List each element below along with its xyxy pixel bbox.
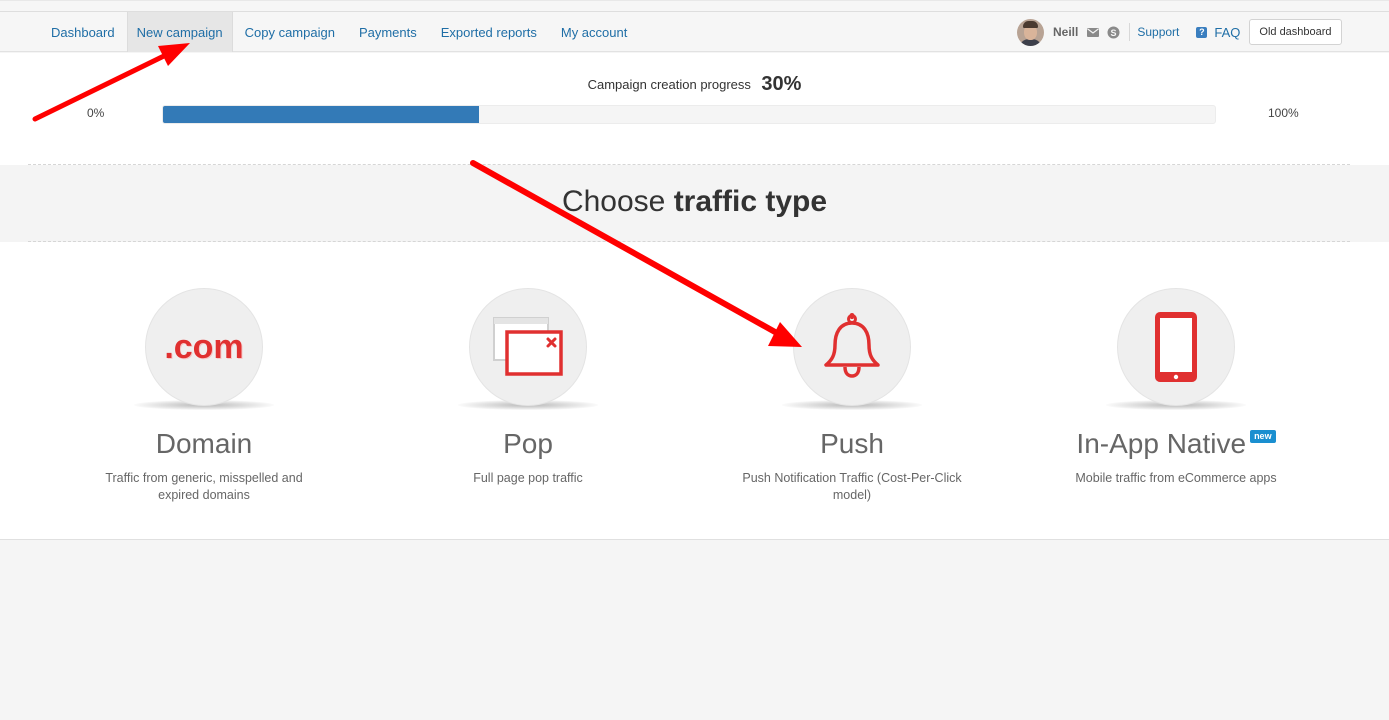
- progress-bar: [162, 105, 1216, 124]
- progress-percent: 30%: [761, 73, 802, 95]
- progress-min-label: 0%: [87, 106, 105, 120]
- page-title: Choose traffic type: [0, 185, 1389, 219]
- page-title-bold: traffic type: [673, 185, 828, 218]
- domain-icon-text: .com: [164, 327, 244, 366]
- nav-copy-campaign[interactable]: Copy campaign: [233, 12, 347, 52]
- mobile-phone-icon[interactable]: [1117, 288, 1235, 406]
- progress-label: Campaign creation progress: [587, 77, 751, 92]
- traffic-type-description: Mobile traffic from eCommerce apps: [1075, 471, 1277, 485]
- nav-new-campaign[interactable]: New campaign: [126, 12, 233, 52]
- bell-icon[interactable]: [793, 288, 911, 406]
- traffic-type-title: In-App Native new: [1026, 428, 1326, 460]
- skype-icon[interactable]: S: [1107, 26, 1120, 39]
- nav-exported-reports[interactable]: Exported reports: [429, 12, 549, 52]
- traffic-type-title-text: In-App Native: [1076, 428, 1247, 459]
- heading-band: Choose traffic type: [0, 165, 1389, 242]
- traffic-type-list: .com Domain Traffic from generic, misspe…: [0, 242, 1389, 540]
- new-badge: new: [1250, 430, 1276, 443]
- traffic-type-domain[interactable]: .com Domain Traffic from generic, misspe…: [54, 242, 354, 532]
- svg-text:S: S: [1111, 28, 1117, 38]
- faq-link[interactable]: FAQ: [1214, 25, 1240, 40]
- traffic-type-description: Traffic from generic, misspelled and exp…: [105, 471, 303, 502]
- progress-max-label: 100%: [1268, 106, 1299, 120]
- traffic-type-pop[interactable]: Pop Full page pop traffic: [378, 242, 678, 532]
- traffic-type-description: Push Notification Traffic (Cost-Per-Clic…: [742, 471, 962, 502]
- progress-bar-fill: [163, 106, 479, 123]
- main-nav: Dashboard New campaign Copy campaign Pay…: [39, 12, 639, 52]
- page-title-normal: Choose: [561, 185, 674, 218]
- nav-payments[interactable]: Payments: [347, 12, 429, 52]
- support-link[interactable]: Support: [1137, 25, 1179, 39]
- faq-link-group[interactable]: ? FAQ: [1196, 25, 1240, 40]
- progress-title: Campaign creation progress 30%: [0, 73, 1389, 96]
- traffic-type-description: Full page pop traffic: [473, 471, 583, 485]
- popup-window-icon[interactable]: [469, 288, 587, 406]
- top-navigation-bar: Dashboard New campaign Copy campaign Pay…: [0, 0, 1389, 52]
- traffic-type-in-app-native[interactable]: In-App Native new Mobile traffic from eCo…: [1026, 242, 1326, 532]
- nav-dashboard[interactable]: Dashboard: [39, 12, 127, 52]
- help-icon: ?: [1196, 26, 1208, 38]
- user-area: Neill S Support ? FAQ Old dashboard: [1017, 12, 1342, 52]
- nav-my-account[interactable]: My account: [549, 12, 639, 52]
- traffic-type-title: Pop: [503, 428, 553, 459]
- traffic-type-title: Domain: [155, 428, 253, 459]
- old-dashboard-button[interactable]: Old dashboard: [1249, 19, 1342, 45]
- traffic-type-title: Push: [820, 428, 884, 459]
- domain-com-icon[interactable]: .com: [145, 288, 263, 406]
- traffic-type-push[interactable]: Push Push Notification Traffic (Cost-Per…: [702, 242, 1002, 532]
- campaign-progress-section: Campaign creation progress 30% 0% 100%: [0, 53, 1389, 165]
- avatar[interactable]: [1017, 18, 1044, 46]
- username[interactable]: Neill: [1053, 25, 1078, 39]
- mail-icon[interactable]: [1086, 26, 1099, 39]
- divider: [1129, 23, 1131, 41]
